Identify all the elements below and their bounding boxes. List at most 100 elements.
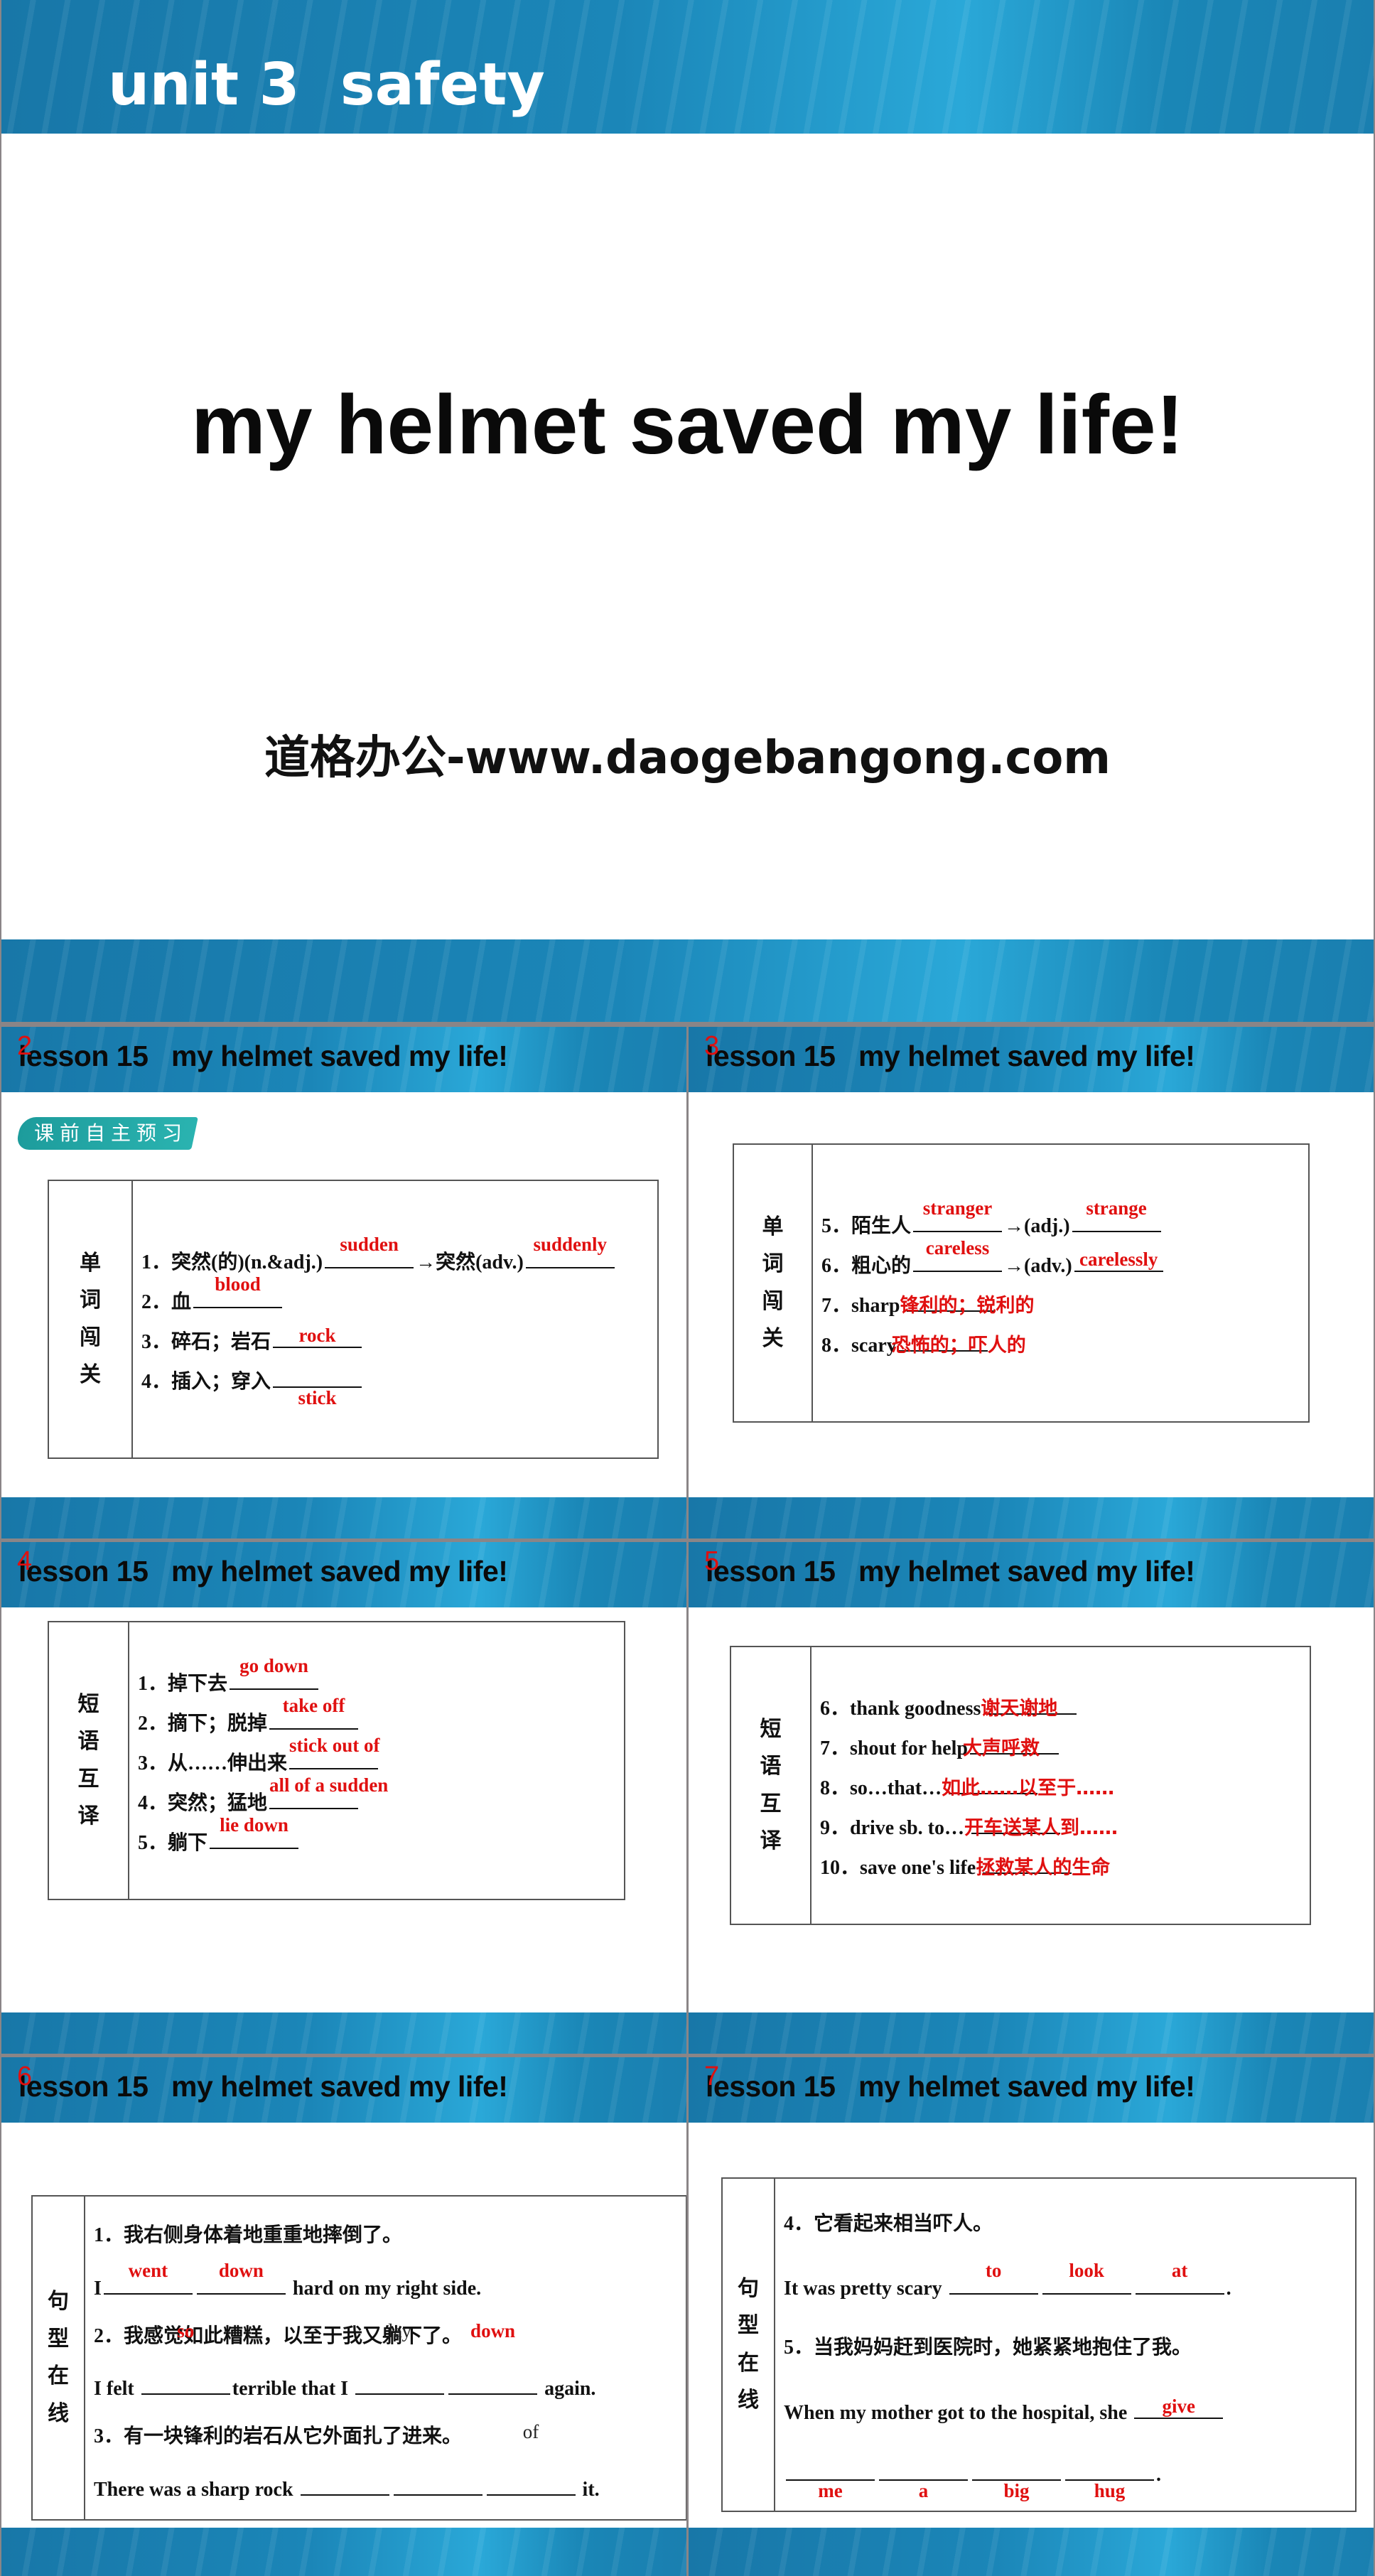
exercise-table: 短语互译 1．掉下去 go down 2．摘下；脱掉 take off 3．从……伸出来 s… (48, 1621, 625, 1900)
answer-blank[interactable]: 恐怖的；吓人的 (892, 1330, 1026, 1357)
slide-7: 7 lesson 15 my helmet saved my life! 句型在… (689, 2057, 1374, 2576)
exercise-table: 单词闯关 5．陌生人 stranger →(adj.) strange 6．粗心的 care… (733, 1143, 1310, 1423)
answer-text: look (1069, 2260, 1104, 2282)
label-char: 单 (80, 1250, 101, 1276)
answer-blank[interactable]: 大声呼救 (963, 1733, 1059, 1759)
exercise-line: 3．从……伸出来 stick out of (138, 1735, 624, 1774)
prompt-text: It was pretty scary (784, 2278, 947, 2300)
section-label: 句型在线 (723, 2179, 775, 2511)
slide-header-title: lesson 15 my helmet saved my life! (18, 1040, 508, 1072)
prompt-text: →(adv.) (1004, 1254, 1072, 1277)
exercise-line: There was a sharp rock of it. (94, 2421, 686, 2501)
answer-blank[interactable]: 谢天谢地 (981, 1693, 1077, 1720)
answer-text: 大声呼救 (962, 1737, 1040, 1759)
footer-band (689, 2528, 1374, 2576)
answer-blank[interactable] (300, 2474, 389, 2496)
exercise-line: 4．插入；穿入 stick (141, 1367, 657, 1408)
answer-text: rock (298, 1324, 336, 1346)
answer-blank[interactable]: careless (913, 1237, 1003, 1272)
answer-blank[interactable]: blood (193, 1273, 283, 1308)
answer-text: carelessly (1079, 1248, 1158, 1270)
exercise-table: 句型在线 4．它看起来相当吓人。 It was pretty scary to lo… (721, 2177, 1357, 2512)
exercise-table: 短语互译 6．thank goodness 谢天谢地 7．shout for hel… (730, 1646, 1311, 1925)
slide-header-title: lesson 15 my helmet saved my life! (706, 2070, 1195, 2103)
answer-blank[interactable]: go down (230, 1655, 319, 1690)
answer-text: suddenly (533, 1233, 608, 1255)
answer-text: stick out of (289, 1734, 380, 1756)
exercise-lines: 1．掉下去 go down 2．摘下；脱掉 take off 3．从……伸出来 stick… (129, 1622, 624, 1899)
section-label: 短语互译 (731, 1647, 811, 1924)
label-char: 闯 (80, 1325, 101, 1350)
answer-text: give (1162, 2395, 1196, 2417)
answer-blank[interactable] (393, 2474, 482, 2496)
answer-text: 锋利的；锐利的 (900, 1294, 1035, 1317)
prompt-text: 2．血 (141, 1290, 192, 1313)
exercise-line: I felt so terrible that I lay down again. (94, 2320, 686, 2400)
prompt-text: 2．摘下；脱掉 (138, 1712, 268, 1735)
label-char: 互 (760, 1791, 782, 1816)
label-char: 句 (738, 2275, 759, 2301)
answer-text: stranger (922, 1197, 993, 1219)
slide-header-title: lesson 15 my helmet saved my life! (18, 1555, 508, 1588)
prompt-text: I (94, 2277, 102, 2300)
prompt-text: 10．save one's life (820, 1856, 981, 1879)
label-char: 关 (80, 1362, 101, 1387)
answer-blank[interactable]: 开车送某人到…… (964, 1813, 1118, 1839)
answer-blank[interactable]: give (1134, 2396, 1224, 2419)
answer-blank[interactable]: 如此……以至于…… (942, 1773, 1114, 1799)
answer-blank[interactable]: at (1135, 2260, 1224, 2295)
answer-blank[interactable]: me (786, 2459, 875, 2501)
answer-blank[interactable]: down (196, 2260, 286, 2295)
answer-blank[interactable]: look (1042, 2260, 1131, 2295)
answer-blank[interactable]: all of a sudden (269, 1774, 388, 1809)
answer-blank[interactable]: big (972, 2459, 1061, 2501)
prompt-text: There was a sharp rock (94, 2478, 298, 2501)
answer-text: to (985, 2260, 1002, 2282)
slide-header-title: lesson 15 my helmet saved my life! (18, 2070, 508, 2103)
answer-blank[interactable]: strange (1072, 1197, 1161, 1232)
answer-blank[interactable]: stranger (913, 1197, 1003, 1232)
slide-2: 2 lesson 15 my helmet saved my life! 课前自… (1, 1027, 686, 1538)
answer-blank[interactable]: carelessly (1074, 1249, 1163, 1272)
answer-blank[interactable]: take off (269, 1695, 359, 1730)
answer-text: down (470, 2320, 516, 2342)
prompt-text: 5．陌生人 (821, 1214, 912, 1237)
prompt-text: 6．粗心的 (821, 1254, 912, 1277)
prompt-text: it. (577, 2478, 600, 2501)
answer-text: hug (1094, 2480, 1126, 2502)
exercise-line: 3．有一块锋利的岩石从它外面扎了进来。 (94, 2424, 686, 2450)
answer-blank[interactable]: suddenly (525, 1234, 615, 1268)
exercise-line: 1．突然(的)(n.&adj.) sudden →突然(adv.) suddenly (141, 1234, 657, 1273)
answer-blank[interactable]: rock (273, 1325, 362, 1348)
answer-text: 谢天谢地 (981, 1697, 1058, 1720)
answer-blank[interactable]: of (486, 2421, 576, 2496)
badge-label: 课前自主预习 (34, 1121, 188, 1145)
answer-blank[interactable]: a (879, 2459, 968, 2501)
answer-blank[interactable]: 锋利的；锐利的 (900, 1290, 1034, 1317)
answer-blank[interactable]: stick (273, 1367, 362, 1408)
answer-blank[interactable]: went (103, 2260, 193, 2295)
answer-text: went (128, 2259, 168, 2281)
answer-blank[interactable]: 拯救某人的生命 (976, 1853, 1110, 1879)
prompt-text: 3．有一块锋利的岩石从它外面扎了进来。 (94, 2425, 463, 2447)
exercise-line: It was pretty scary to look at. (784, 2260, 1355, 2300)
answer-blank[interactable]: so (141, 2320, 230, 2396)
answer-blank[interactable]: stick out of (289, 1735, 380, 1769)
prompt-text: 7．sharp (821, 1294, 905, 1317)
prompt-text: 4．突然；猛地 (138, 1791, 268, 1814)
prompt-text: →(adj.) (1004, 1214, 1070, 1237)
answer-text: 恐怖的；吓人的 (891, 1334, 1026, 1357)
answer-blank[interactable]: lay (355, 2320, 445, 2396)
answer-blank[interactable]: lie down (210, 1814, 299, 1849)
exercise-line: 6．粗心的 careless →(adv.) carelessly (821, 1237, 1308, 1277)
answer-blank[interactable]: hug (1065, 2459, 1154, 2501)
prompt-text: 5．当我妈妈赶到医院时，她紧紧地抱住了我。 (784, 2337, 1192, 2359)
answer-text: blood (215, 1273, 261, 1295)
page-number: 3 (704, 1031, 720, 1061)
answer-blank[interactable]: to (949, 2260, 1038, 2295)
answer-text: big (1003, 2480, 1030, 2502)
answer-blank[interactable]: sudden (325, 1234, 414, 1268)
answer-blank[interactable]: down (448, 2320, 538, 2396)
prompt-text: 8．scary (821, 1334, 897, 1357)
section-label: 单词闯关 (49, 1181, 133, 1457)
